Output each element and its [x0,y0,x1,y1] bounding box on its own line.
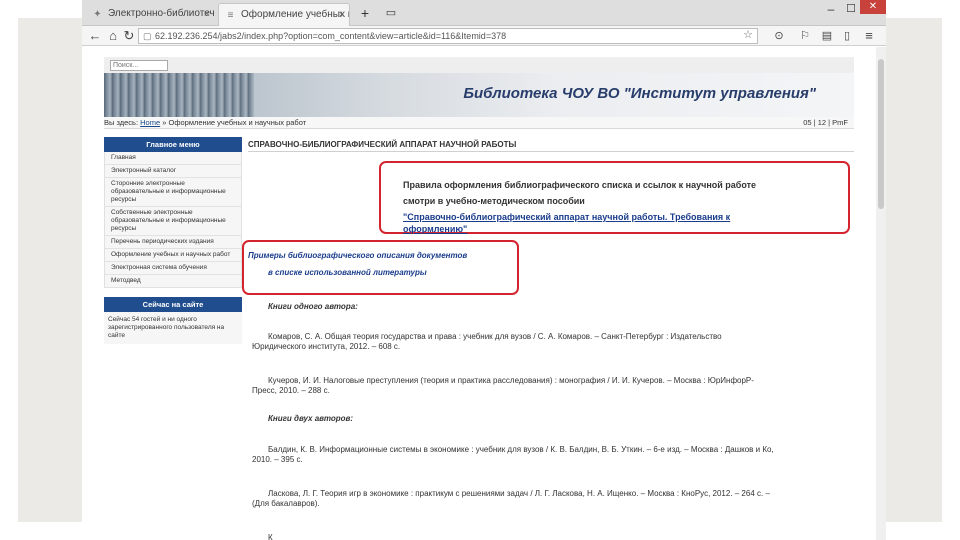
reference-entry: Ласкова, Л. Г. Теория игр в экономике : … [252,489,852,509]
address-bar[interactable]: ▢ 62.192.236.254/jabs2/index.php?option=… [138,28,758,44]
menu-item-own-resources[interactable]: Собственные электронные образовательные … [105,207,241,236]
reference-entry-partial: К [268,533,273,540]
presentation-slide: ✦ Электронно-библиотечная с... × ≡ Оформ… [0,0,960,540]
date-badge: 05 | 12 | PmF [803,118,848,127]
breadcrumb-separator: » [160,118,169,127]
menu-item-home[interactable]: Главная [105,152,241,165]
book-favicon-icon: ✦ [93,9,102,20]
menu-item-methods[interactable]: Методвед [105,275,241,288]
reference-entry: Кучеров, И. И. Налоговые преступления (т… [252,376,852,396]
tab-list-icon[interactable]: ▭ [382,4,400,22]
page-favicon-icon: ≡ [227,10,234,21]
reference-line: Комаров, С. А. Общая теория государства … [268,332,722,341]
reference-line: Юридического института, 2012. – 608 с. [252,342,401,351]
rules-line-1: Правила оформления библиографического сп… [403,180,757,190]
menu-item-external-resources[interactable]: Сторонние электронные образовательные и … [105,178,241,207]
back-arrow-icon[interactable]: ← [86,27,104,45]
breadcrumb-prefix: Вы здесь: [104,118,139,127]
page-info-icon: ▢ [143,31,152,41]
site-container: Библиотека ЧОУ ВО "Институт управления" … [104,57,854,540]
examples-line-2: в списке использованной литературы [268,268,427,277]
banner-building-image [104,73,254,117]
menu-icon[interactable]: ≡ [860,27,878,45]
minimize-icon[interactable]: – [822,0,840,18]
extension-icon[interactable]: ⊙ [770,27,788,45]
right-slide-panel [886,18,942,522]
close-window-icon[interactable]: ✕ [860,0,886,14]
reference-line: Кучеров, И. И. Налоговые преступления (т… [268,376,754,385]
online-status-text: Сейчас 54 гостей и ни одного зарегистрир… [104,312,242,344]
main-content: СПРАВОЧНО-БИБЛИОГРАФИЧЕСКИЙ АППАРАТ НАУЧ… [242,137,854,540]
reference-line: Ласкова, Л. Г. Теория игр в экономике : … [268,489,770,498]
section-one-author: Книги одного автора: [268,302,358,311]
rules-line-2: смотри в учебно-методическом пособии [403,196,585,206]
banner-title: Библиотека ЧОУ ВО "Институт управления" [463,85,816,102]
reference-line: Пресс, 2010. – 288 с. [252,386,330,395]
tab-label: Электронно-библиотечная с... [108,8,214,19]
left-slide-panel [18,18,82,522]
search-row [104,57,854,73]
reference-line: Балдин, К. В. Информационные системы в э… [268,445,774,454]
new-tab-button[interactable]: + [356,4,374,22]
manual-link-line-1[interactable]: "Справочно-библиографический аппарат нау… [403,212,730,222]
page-viewport: Библиотека ЧОУ ВО "Институт управления" … [82,47,886,540]
tab-library[interactable]: ✦ Электронно-библиотечная с... × [86,3,214,26]
menu-item-catalog[interactable]: Электронный каталог [105,165,241,178]
site-search-input[interactable] [110,60,168,71]
tab-strip: ✦ Электронно-библиотечная с... × ≡ Оформ… [82,0,886,26]
close-tab-icon[interactable]: × [339,4,345,26]
vertical-scrollbar[interactable] [876,47,886,540]
article-heading: СПРАВОЧНО-БИБЛИОГРАФИЧЕСКИЙ АППАРАТ НАУЧ… [248,140,854,152]
breadcrumb: Вы здесь: Home » Оформление учебных и на… [104,117,854,129]
online-title: Сейчас на сайте [104,297,242,312]
menu-item-formatting[interactable]: Оформление учебных и научных работ [105,249,241,262]
reading-list-icon[interactable]: ▤ [818,27,836,45]
menu-item-periodicals[interactable]: Перечень периодических издания [105,236,241,249]
reload-icon[interactable]: ↻ [120,27,138,45]
scrollbar-thumb[interactable] [878,59,884,209]
browser-window: ✦ Электронно-библиотечная с... × ≡ Оформ… [82,0,886,540]
examples-line-1: Примеры библиографического описания доку… [248,251,468,260]
reference-line: 2010. – 395 с. [252,455,303,464]
reference-entry: Комаров, С. А. Общая теория государства … [252,332,852,352]
maximize-icon[interactable]: ☐ [842,0,860,18]
tab-label: Оформление учебных и научн... [241,9,349,20]
reference-line: (Для бакалавров). [252,499,320,508]
site-banner: Библиотека ЧОУ ВО "Институт управления" [104,73,854,117]
main-menu: Главная Электронный каталог Сторонние эл… [104,152,242,288]
navigation-bar: ← ⌂ ↻ ▢ 62.192.236.254/jabs2/index.php?o… [82,26,886,46]
close-tab-icon[interactable]: × [204,3,210,25]
menu-item-e-learning[interactable]: Электронная система обучения [105,262,241,275]
sidebar-icon[interactable]: ▯ [838,27,856,45]
breadcrumb-current: Оформление учебных и научных работ [168,118,307,127]
manual-link-line-2[interactable]: оформлению" [403,224,467,234]
feedback-icon[interactable]: ⚐ [796,27,814,45]
url-text: 62.192.236.254/jabs2/index.php?option=co… [155,31,507,41]
section-two-authors: Книги двух авторов: [268,414,354,423]
main-menu-title: Главное меню [104,137,242,152]
tab-formatting[interactable]: ≡ Оформление учебных и научн... × [218,3,350,26]
breadcrumb-home-link[interactable]: Home [140,118,160,127]
reference-entry: Балдин, К. В. Информационные системы в э… [252,445,852,465]
bookmark-star-icon[interactable]: ☆ [743,29,753,42]
sidebar: Главное меню Главная Электронный каталог… [104,137,242,344]
